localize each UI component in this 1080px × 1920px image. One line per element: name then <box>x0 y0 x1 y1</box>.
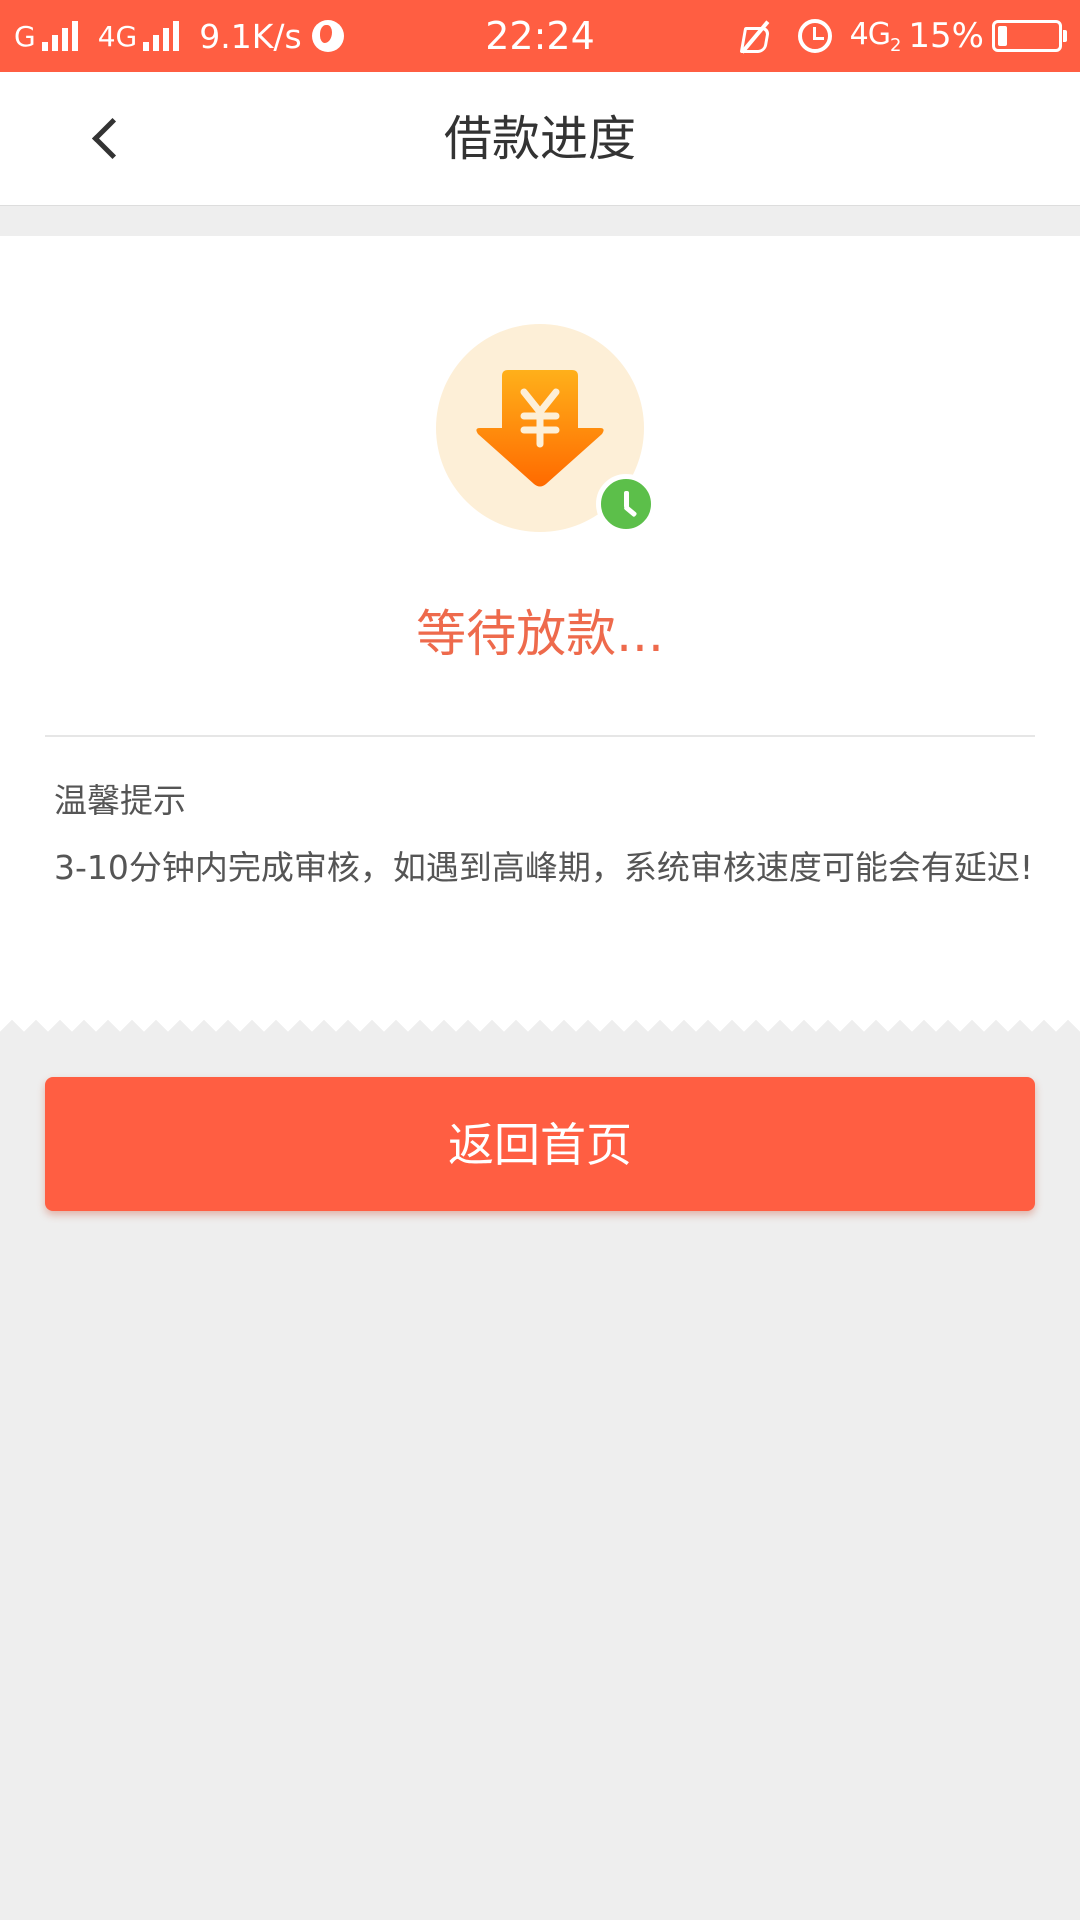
network-type-3-sub: 2 <box>889 34 901 56</box>
status-bar-left: G 4G 9.1K/s <box>14 0 344 72</box>
network-type-3: 4G2 <box>849 16 902 56</box>
battery-icon <box>992 20 1067 52</box>
battery-fill <box>998 26 1007 46</box>
network-speed: 9.1K/s <box>199 16 302 56</box>
alarm-icon <box>797 19 832 53</box>
network-type-2: 4G <box>97 19 138 53</box>
tip-title: 温馨提示 <box>54 781 186 820</box>
clock-icon <box>596 474 656 534</box>
status-bar-right: 4G2 15% <box>738 0 1067 72</box>
network-type-1: G <box>14 19 36 53</box>
status-bar: G 4G 9.1K/s 22:24 4G2 15% <box>0 0 1080 72</box>
progress-card: 等待放款... 温馨提示 3-10分钟内完成审核，如遇到高峰期，系统审核速度可能… <box>0 236 1080 1016</box>
loan-status-icon <box>436 324 656 544</box>
divider <box>45 735 1035 737</box>
zigzag-edge <box>0 1016 1080 1032</box>
return-home-button[interactable]: 返回首页 <box>45 1077 1035 1211</box>
battery-percent: 15% <box>908 16 984 56</box>
network-type-3-label: 4G <box>849 16 891 52</box>
tip-body: 3-10分钟内完成审核，如遇到高峰期，系统审核速度可能会有延迟! <box>54 848 1034 887</box>
globe-icon <box>311 20 344 52</box>
signal-icon <box>143 21 183 51</box>
mute-icon <box>738 19 772 53</box>
back-button[interactable] <box>70 102 150 176</box>
signal-icon <box>41 21 82 51</box>
loan-status-text: 等待放款... <box>416 605 664 663</box>
page-title: 借款进度 <box>443 111 636 167</box>
nav-header: 借款进度 <box>0 72 1080 206</box>
